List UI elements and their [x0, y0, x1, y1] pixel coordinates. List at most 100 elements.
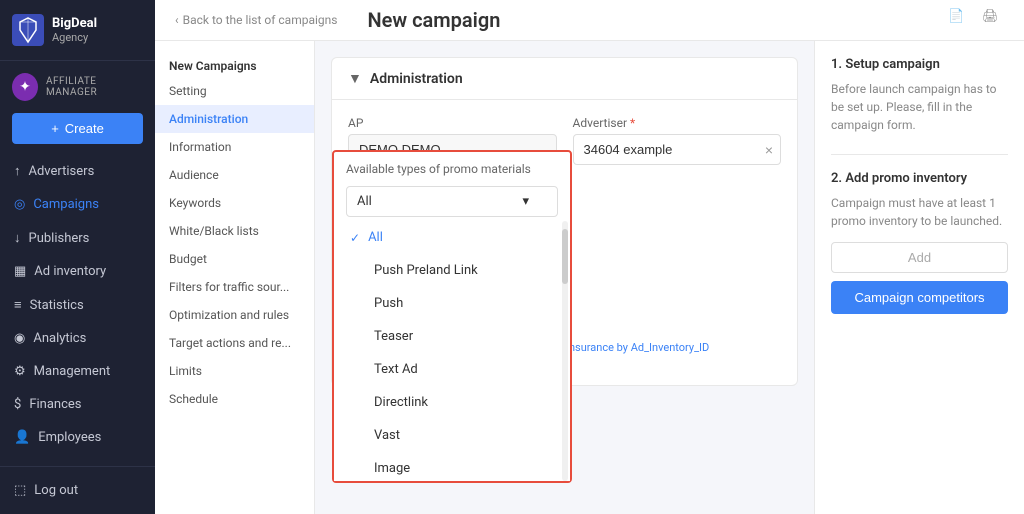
subnav-limits[interactable]: Limits: [155, 357, 314, 385]
advertisers-icon: ↑: [14, 163, 21, 179]
campaigns-icon: ◎: [14, 197, 25, 212]
ad-inventory-icon: ▦: [14, 264, 26, 279]
subnav-information[interactable]: Information: [155, 133, 314, 161]
print-icon[interactable]: 🖨: [982, 9, 1004, 31]
add-promo-button[interactable]: Add: [831, 242, 1008, 273]
back-arrow-icon: ‹: [175, 13, 179, 27]
dropdown-label: Available types of promo materials: [334, 152, 570, 180]
dropdown-option-all[interactable]: ✓ All: [334, 221, 570, 254]
ap-label: AP: [348, 116, 557, 130]
management-label: Management: [34, 364, 111, 379]
sidebar: BigDeal Agency ✦ AFFILIATE MANAGER + Cre…: [0, 0, 155, 514]
step1-desc: Before launch campaign has to be set up.…: [831, 80, 1008, 134]
scrollbar-track: [562, 221, 568, 481]
dropdown-list: ✓ All Push Preland Link Push: [334, 221, 570, 481]
logo-icon: [12, 14, 44, 46]
sidebar-item-campaigns[interactable]: ◎ Campaigns: [0, 188, 155, 221]
topbar-icons: 📄 🖨: [948, 9, 1004, 31]
sidebar-item-advertisers[interactable]: ↑ Advertisers: [0, 154, 155, 188]
step1-section: 1. Setup campaign Before launch campaign…: [831, 57, 1008, 134]
content-area: New Campaigns Setting Administration Inf…: [155, 41, 1024, 514]
finances-label: Finances: [29, 397, 81, 412]
advertiser-input-wrapper: ×: [573, 134, 782, 165]
administration-section: ▼ Administration AP Advertiser *: [331, 57, 798, 386]
dropdown-option-vast[interactable]: Vast: [334, 419, 570, 452]
sidebar-item-ad-inventory[interactable]: ▦ Ad inventory: [0, 255, 155, 288]
sub-sidebar: New Campaigns Setting Administration Inf…: [155, 41, 315, 514]
sub-sidebar-section: New Campaigns: [155, 51, 314, 77]
dropdown-arrow-icon: ▾: [522, 194, 529, 209]
statistics-label: Statistics: [30, 298, 84, 313]
statistics-icon: ≡: [14, 297, 22, 313]
logout-label: Log out: [34, 483, 78, 498]
step2-title: 2. Add promo inventory: [831, 171, 1008, 186]
campaign-competitors-button[interactable]: Campaign competitors: [831, 281, 1008, 314]
advertiser-label: Advertiser *: [573, 116, 782, 130]
dropdown-option-directlink[interactable]: Directlink: [334, 386, 570, 419]
logo: BigDeal Agency: [0, 0, 155, 61]
section-header: ▼ Administration: [332, 58, 797, 100]
topbar: ‹ Back to the list of campaigns New camp…: [155, 0, 1024, 41]
section-collapse-icon[interactable]: ▼: [348, 70, 362, 87]
dropdown-option-image[interactable]: Image: [334, 452, 570, 481]
dropdown-option-text-ad[interactable]: Text Ad: [334, 353, 570, 386]
role-icon: ✦: [12, 73, 38, 101]
subnav-target-actions[interactable]: Target actions and re...: [155, 329, 314, 357]
analytics-icon: ◉: [14, 331, 25, 346]
subnav-budget[interactable]: Budget: [155, 245, 314, 273]
check-icon: ✓: [350, 231, 360, 245]
sidebar-nav: ↑ Advertisers ◎ Campaigns ↓ Publishers ▦…: [0, 154, 155, 466]
subnav-optimization[interactable]: Optimization and rules: [155, 301, 314, 329]
finances-icon: $: [14, 397, 21, 412]
subnav-audience[interactable]: Audience: [155, 161, 314, 189]
file-icon[interactable]: 📄: [948, 9, 970, 31]
step2-desc: Campaign must have at least 1 promo inve…: [831, 194, 1008, 230]
dropdown-select-box[interactable]: All ▾: [346, 186, 558, 217]
management-icon: ⚙: [14, 364, 26, 379]
subnav-schedule[interactable]: Schedule: [155, 385, 314, 413]
step2-section: 2. Add promo inventory Campaign must hav…: [831, 171, 1008, 314]
create-button[interactable]: + Create: [12, 113, 143, 144]
sidebar-item-employees[interactable]: 👤 Employees: [0, 421, 155, 454]
panel-divider: [831, 154, 1008, 155]
sidebar-item-publishers[interactable]: ↓ Publishers: [0, 221, 155, 255]
scrollbar-thumb[interactable]: [562, 229, 568, 284]
sidebar-item-management[interactable]: ⚙ Management: [0, 355, 155, 388]
dropdown-option-push[interactable]: Push: [334, 287, 570, 320]
dropdown-option-teaser[interactable]: Teaser: [334, 320, 570, 353]
advertiser-input[interactable]: [573, 134, 782, 165]
sidebar-footer: ⬚ Log out: [0, 466, 155, 514]
logout-item[interactable]: ⬚ Log out: [14, 477, 141, 504]
logout-icon: ⬚: [14, 483, 26, 498]
dropdown-selected-value: All: [357, 194, 372, 209]
advertisers-label: Advertisers: [29, 164, 95, 179]
promo-materials-dropdown: Available types of promo materials All ▾…: [332, 150, 572, 483]
back-link-label: Back to the list of campaigns: [183, 13, 338, 27]
publishers-icon: ↓: [14, 230, 21, 246]
sidebar-item-statistics[interactable]: ≡ Statistics: [0, 288, 155, 322]
form-grid: AP Advertiser * ×: [332, 100, 797, 181]
subnav-filters[interactable]: Filters for traffic sour...: [155, 273, 314, 301]
required-star: *: [630, 116, 635, 130]
brand-name: BigDeal: [52, 16, 97, 31]
employees-label: Employees: [38, 430, 101, 445]
step1-title: 1. Setup campaign: [831, 57, 1008, 72]
subnav-keywords[interactable]: Keywords: [155, 189, 314, 217]
ad-inventory-label: Ad inventory: [34, 264, 106, 279]
subnav-white-black[interactable]: White/Black lists: [155, 217, 314, 245]
dropdown-option-push-preland[interactable]: Push Preland Link: [334, 254, 570, 287]
clear-advertiser-button[interactable]: ×: [765, 142, 773, 158]
main-wrapper: ‹ Back to the list of campaigns New camp…: [155, 0, 1024, 514]
campaigns-label: Campaigns: [33, 197, 99, 212]
create-label: Create: [65, 121, 104, 136]
role-label: AFFILIATE MANAGER: [46, 76, 143, 98]
analytics-label: Analytics: [33, 331, 86, 346]
advertiser-field-group: Advertiser * ×: [573, 116, 782, 165]
page-title: New campaign: [367, 8, 948, 32]
sidebar-item-analytics[interactable]: ◉ Analytics: [0, 322, 155, 355]
sidebar-item-finances[interactable]: $ Finances: [0, 388, 155, 421]
subnav-administration[interactable]: Administration: [155, 105, 314, 133]
back-link[interactable]: ‹ Back to the list of campaigns: [175, 13, 337, 27]
employees-icon: 👤: [14, 430, 30, 445]
subnav-setting[interactable]: Setting: [155, 77, 314, 105]
